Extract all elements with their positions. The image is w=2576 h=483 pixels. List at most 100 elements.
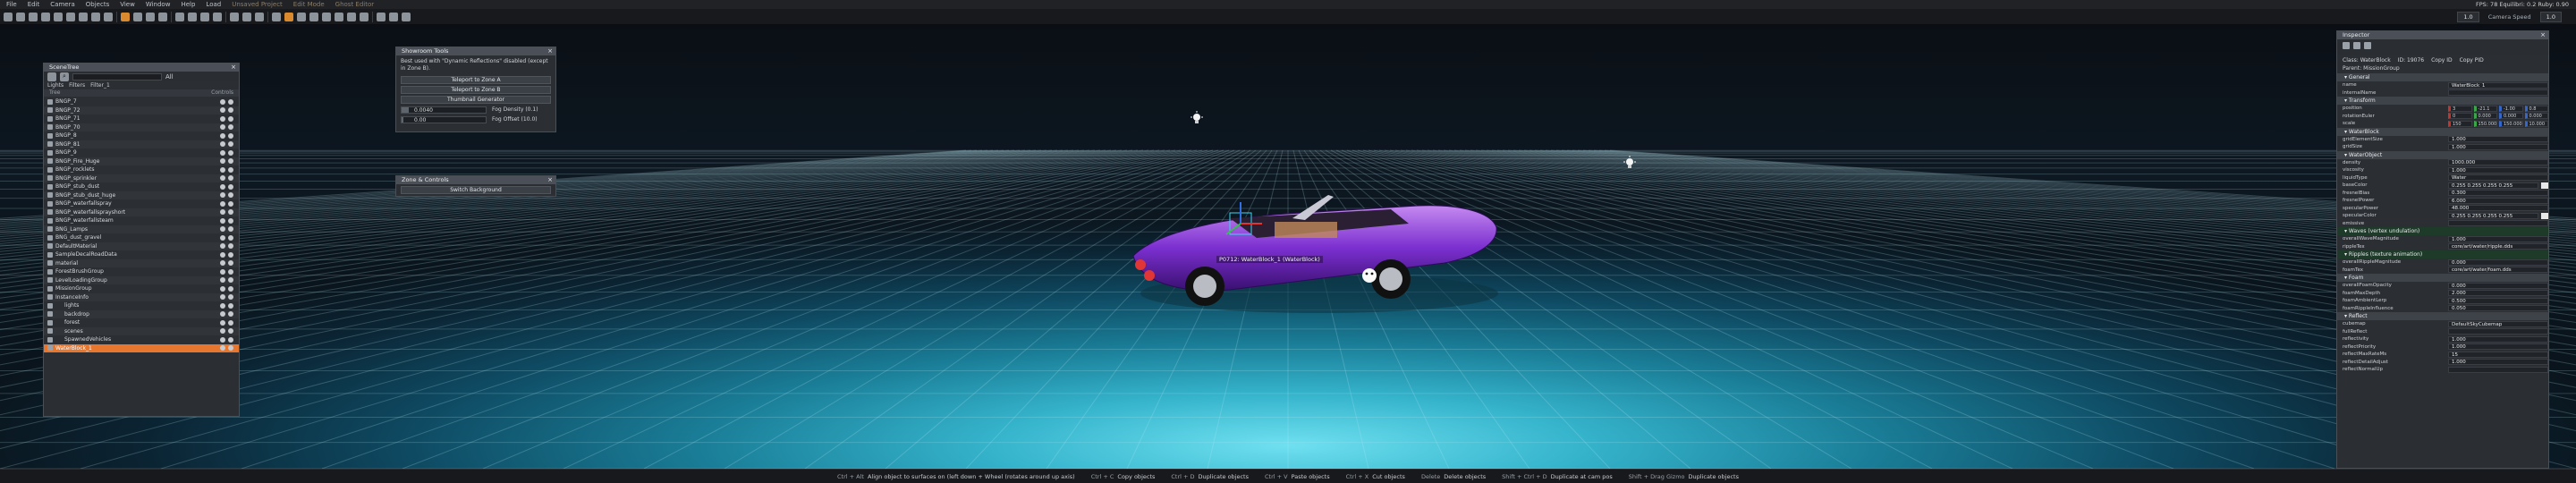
- filter-tab[interactable]: Filter_1: [90, 82, 110, 89]
- light-icon[interactable]: [200, 12, 209, 21]
- menu-subitem[interactable]: Ghost Editor: [335, 1, 375, 8]
- menu-item-view[interactable]: View: [119, 1, 136, 8]
- filter-dropdown[interactable]: All: [165, 73, 174, 80]
- lock-icon[interactable]: [228, 98, 233, 105]
- visibility-icon[interactable]: [220, 345, 225, 352]
- decal-icon[interactable]: [322, 12, 331, 21]
- thumbnail-generator-button[interactable]: Thumbnail Generator: [401, 96, 551, 104]
- filter-tab[interactable]: Filters: [69, 82, 85, 89]
- lock-icon[interactable]: [228, 183, 233, 190]
- visibility-icon[interactable]: [220, 285, 225, 292]
- copy-icon[interactable]: [79, 12, 88, 21]
- color-swatch[interactable]: [2541, 182, 2548, 189]
- tree-row[interactable]: LevelLoadingGroup: [44, 275, 239, 284]
- section-header[interactable]: ▾ WaterObject: [2337, 150, 2548, 159]
- vector-component[interactable]: 10.000: [2524, 120, 2548, 127]
- tree-row[interactable]: MissionGroup: [44, 284, 239, 293]
- lock-icon[interactable]: [228, 226, 233, 233]
- tree-row[interactable]: BNGP_sprinkler: [44, 174, 239, 182]
- lock-icon[interactable]: [228, 319, 233, 326]
- filter-tab[interactable]: Lights: [47, 82, 64, 89]
- tree-row[interactable]: BNGP_waterfallsteam: [44, 216, 239, 225]
- tree-row[interactable]: DefaultMaterial: [44, 242, 239, 250]
- lock-icon[interactable]: [228, 175, 233, 182]
- tree-row[interactable]: material: [44, 258, 239, 267]
- lock-icon[interactable]: [228, 311, 233, 318]
- inspector-tab[interactable]: ID: 19076: [2398, 57, 2424, 64]
- material-icon[interactable]: [360, 12, 369, 21]
- tree-row[interactable]: BNGP_70: [44, 123, 239, 131]
- inspector-tab[interactable]: Class: WaterBlock: [2343, 57, 2391, 64]
- lock-icon[interactable]: [228, 302, 233, 309]
- visibility-icon[interactable]: [220, 141, 225, 148]
- visibility-icon[interactable]: [220, 234, 225, 241]
- property-value[interactable]: 6.000: [2448, 197, 2548, 204]
- menu-subitem[interactable]: Unsaved Project: [231, 1, 284, 8]
- camera-icon[interactable]: [213, 12, 222, 21]
- section-header[interactable]: ▾ General: [2337, 73, 2548, 81]
- visibility-icon[interactable]: [220, 209, 225, 216]
- visibility-icon[interactable]: [220, 311, 225, 318]
- delete-icon[interactable]: [104, 12, 113, 21]
- property-value[interactable]: Water: [2448, 174, 2548, 182]
- folder-icon[interactable]: [47, 72, 56, 81]
- visibility-icon[interactable]: [220, 226, 225, 233]
- section-header[interactable]: ▾ Reflect: [2337, 312, 2548, 320]
- scale-icon[interactable]: [146, 12, 155, 21]
- tree-row[interactable]: lights: [44, 301, 239, 310]
- tree-row[interactable]: forest: [44, 318, 239, 327]
- vector-component[interactable]: 0.000: [2524, 113, 2548, 120]
- menu-item-file[interactable]: File: [5, 1, 18, 8]
- color-swatch[interactable]: [2541, 212, 2548, 219]
- property-value[interactable]: 0.500: [2448, 297, 2548, 304]
- tree-row[interactable]: BNGP_7: [44, 97, 239, 106]
- fog-density-slider[interactable]: 0.0040: [401, 106, 487, 114]
- vector-component[interactable]: 0.000: [2499, 113, 2523, 120]
- property-value[interactable]: 48.000: [2448, 205, 2548, 212]
- lock-icon[interactable]: [228, 200, 233, 207]
- rotate-icon[interactable]: [133, 12, 142, 21]
- lock-icon[interactable]: [228, 166, 233, 173]
- vector-component[interactable]: 150.000: [2499, 120, 2523, 127]
- visibility-icon[interactable]: [220, 115, 225, 122]
- visibility-icon[interactable]: [220, 183, 225, 190]
- property-value[interactable]: 1000.000: [2448, 159, 2548, 166]
- vector-component[interactable]: 0.8: [2524, 105, 2548, 112]
- property-value[interactable]: 2.000: [2448, 290, 2548, 297]
- menu-item-camera[interactable]: Camera: [49, 1, 75, 8]
- undo-icon[interactable]: [41, 12, 50, 21]
- lock-icon[interactable]: [228, 345, 233, 352]
- save-icon[interactable]: [29, 12, 38, 21]
- close-icon[interactable]: ×: [231, 64, 236, 72]
- lock-icon[interactable]: [228, 251, 233, 258]
- close-icon[interactable]: ×: [2540, 31, 2546, 39]
- visibility-icon[interactable]: [220, 158, 225, 165]
- tree-row[interactable]: BNGP_71: [44, 114, 239, 123]
- search-input[interactable]: [72, 72, 162, 80]
- lock-icon[interactable]: [228, 328, 233, 335]
- property-value[interactable]: 1.000: [2448, 235, 2548, 242]
- teleport-zone-b-button[interactable]: Teleport to Zone B: [401, 86, 551, 94]
- vector-component[interactable]: -21.1: [2473, 105, 2497, 112]
- lock-icon[interactable]: [228, 141, 233, 148]
- mesh-icon[interactable]: [347, 12, 356, 21]
- menu-item-load[interactable]: Load: [205, 1, 222, 8]
- visibility-icon[interactable]: [220, 277, 225, 284]
- visibility-icon[interactable]: [220, 217, 225, 224]
- lock-icon[interactable]: [228, 115, 233, 122]
- redo-icon[interactable]: [54, 12, 63, 21]
- teleport-zone-a-button[interactable]: Teleport to Zone A: [401, 76, 551, 84]
- move-icon[interactable]: [121, 12, 130, 21]
- new-icon[interactable]: [4, 12, 13, 21]
- lock-icon[interactable]: [228, 243, 233, 250]
- list-icon[interactable]: [2353, 42, 2360, 49]
- lock-icon[interactable]: [228, 209, 233, 216]
- menu-subitem[interactable]: Edit Mode: [292, 1, 326, 8]
- tree-row[interactable]: InstanceInfo: [44, 292, 239, 301]
- lock-icon[interactable]: [228, 192, 233, 199]
- tree-row[interactable]: BNGP_waterfallsprayshort: [44, 208, 239, 216]
- visibility-icon[interactable]: [220, 132, 225, 139]
- lock-icon[interactable]: [228, 217, 233, 224]
- tree-row[interactable]: BNG_dust_gravel: [44, 233, 239, 242]
- menu-item-objects[interactable]: Objects: [85, 1, 110, 8]
